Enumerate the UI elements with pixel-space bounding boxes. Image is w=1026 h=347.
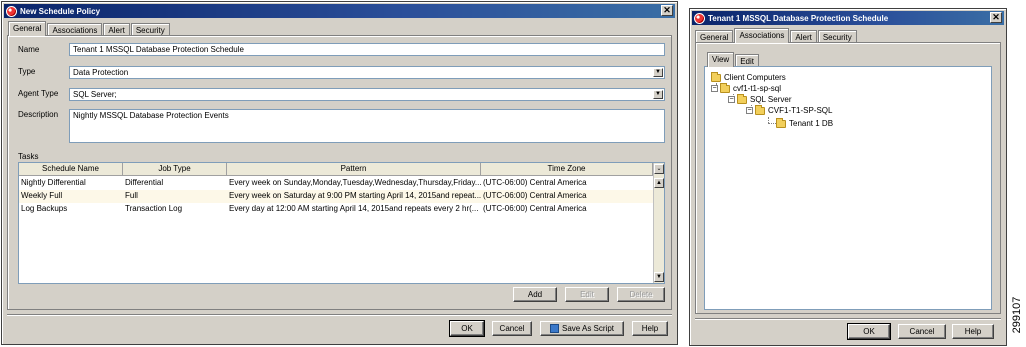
- delete-button[interactable]: Delete: [617, 287, 665, 302]
- column-job-type[interactable]: Job Type: [123, 163, 227, 175]
- table-row[interactable]: Log Backups Transaction Log Every day at…: [19, 203, 653, 216]
- separator: [7, 314, 672, 316]
- cell-pattern: Every week on Sunday,Monday,Tuesday,Wedn…: [229, 178, 481, 187]
- help-button[interactable]: Help: [632, 321, 668, 336]
- close-icon[interactable]: ✕: [661, 5, 673, 16]
- tree-node-database[interactable]: Tenant 1 DB: [776, 117, 834, 129]
- cell-schedule-name: Log Backups: [21, 204, 68, 213]
- tree-label: CVF1-T1-SP-SQL: [768, 106, 833, 115]
- associations-tree: Client Computers − cvf1-t1-sp-sql − SQL …: [704, 66, 992, 310]
- cancel-button[interactable]: Cancel: [492, 321, 532, 336]
- subtab-view[interactable]: View: [707, 52, 735, 67]
- tree-label: cvf1-t1-sp-sql: [733, 84, 782, 93]
- tree-line: [768, 123, 776, 124]
- table-row[interactable]: Weekly Full Full Every week on Saturday …: [19, 190, 653, 203]
- scroll-up-icon[interactable]: ▲: [654, 178, 664, 188]
- agent-type-value: SQL Server;: [73, 90, 117, 99]
- tree-label: SQL Server: [750, 95, 792, 104]
- cell-schedule-name: Weekly Full: [21, 191, 63, 200]
- tree-label: Tenant 1 DB: [789, 119, 834, 128]
- close-icon[interactable]: ✕: [990, 12, 1002, 23]
- name-label: Name: [18, 45, 40, 54]
- tab-general[interactable]: General: [8, 21, 47, 36]
- separator: [695, 318, 1001, 320]
- dialog2-titlebar[interactable]: Tenant 1 MSSQL Database Protection Sched…: [692, 11, 1004, 25]
- tree-node-agent[interactable]: − SQL Server: [728, 93, 792, 105]
- tasks-table: Schedule Name Job Type Pattern Time Zone…: [18, 162, 665, 284]
- edit-button[interactable]: Edit: [565, 287, 609, 302]
- agent-type-label: Agent Type: [18, 89, 59, 98]
- save-as-script-button[interactable]: Save As Script: [540, 321, 624, 336]
- table-row[interactable]: Nightly Differential Differential Every …: [19, 177, 653, 190]
- cell-job-type: Differential: [125, 178, 164, 187]
- column-schedule-name[interactable]: Schedule Name: [19, 163, 123, 175]
- column-chooser-icon[interactable]: ⌄: [654, 164, 664, 174]
- schedule-properties-dialog: Tenant 1 MSSQL Database Protection Sched…: [689, 8, 1007, 346]
- column-pattern[interactable]: Pattern: [227, 163, 481, 175]
- combo-arrow-icon[interactable]: ▼: [653, 90, 663, 99]
- cell-pattern: Every week on Saturday at 9:00 PM starti…: [229, 191, 481, 200]
- folder-icon: [720, 82, 730, 93]
- tree-node-client[interactable]: − cvf1-t1-sp-sql: [711, 82, 782, 94]
- tasks-table-header: Schedule Name Job Type Pattern Time Zone: [19, 163, 653, 176]
- save-as-script-label: Save As Script: [561, 324, 615, 333]
- new-schedule-policy-dialog: New Schedule Policy ✕ General Associatio…: [1, 1, 678, 345]
- cell-pattern: Every day at 12:00 AM starting April 14,…: [229, 204, 479, 213]
- name-field[interactable]: Tenant 1 MSSQL Database Protection Sched…: [69, 43, 665, 56]
- tree-node-client-computers[interactable]: Client Computers: [711, 71, 786, 83]
- cell-time-zone: (UTC-06:00) Central America: [483, 191, 587, 200]
- combo-arrow-icon[interactable]: ▼: [653, 68, 663, 77]
- app-icon: [6, 5, 17, 17]
- dialog1-tabs: General Associations Alert Security: [8, 21, 171, 36]
- expander-minus-icon[interactable]: −: [728, 96, 735, 103]
- tree-node-instance[interactable]: − CVF1-T1-SP-SQL: [746, 104, 833, 116]
- folder-icon: [776, 117, 786, 128]
- type-value: Data Protection: [73, 68, 129, 77]
- tab-associations[interactable]: Associations: [734, 28, 790, 43]
- tree-label: Client Computers: [724, 73, 786, 82]
- tasks-label: Tasks: [18, 152, 39, 161]
- type-label: Type: [18, 67, 36, 76]
- cell-job-type: Transaction Log: [125, 204, 183, 213]
- expander-minus-icon[interactable]: −: [711, 85, 718, 92]
- expander-minus-icon[interactable]: −: [746, 107, 753, 114]
- add-button[interactable]: Add: [513, 287, 557, 302]
- type-dropdown[interactable]: Data Protection ▼: [69, 66, 665, 79]
- script-icon: [549, 324, 559, 333]
- dialog2-subtabs: View Edit: [707, 52, 760, 67]
- tasks-scrollbar[interactable]: ⌄ ▲ ▼: [653, 163, 664, 283]
- agent-type-dropdown[interactable]: SQL Server; ▼: [69, 88, 665, 101]
- ok-button[interactable]: OK: [847, 323, 891, 340]
- cell-job-type: Full: [125, 191, 138, 200]
- column-time-zone[interactable]: Time Zone: [481, 163, 653, 175]
- folder-icon: [711, 71, 721, 82]
- cell-schedule-name: Nightly Differential: [21, 178, 86, 187]
- cell-time-zone: (UTC-06:00) Central America: [483, 178, 587, 187]
- folder-icon: [755, 104, 765, 115]
- description-label: Description: [18, 110, 59, 119]
- description-field[interactable]: Nightly MSSQL Database Protection Events: [69, 109, 665, 143]
- cancel-button[interactable]: Cancel: [898, 324, 946, 339]
- cell-time-zone: (UTC-06:00) Central America: [483, 204, 587, 213]
- folder-icon: [737, 93, 747, 104]
- help-button[interactable]: Help: [952, 324, 994, 339]
- scroll-down-icon[interactable]: ▼: [654, 272, 664, 282]
- dialog1-titlebar[interactable]: New Schedule Policy ✕: [4, 4, 675, 18]
- app-icon: [694, 12, 705, 24]
- figure-code-text: 299107: [1011, 296, 1023, 334]
- dialog2-tabs: General Associations Alert Security: [695, 28, 858, 43]
- figure-code: 299107: [1011, 290, 1023, 340]
- ok-button[interactable]: OK: [449, 320, 485, 337]
- dialog2-title: Tenant 1 MSSQL Database Protection Sched…: [708, 13, 889, 23]
- dialog1-title: New Schedule Policy: [20, 6, 101, 16]
